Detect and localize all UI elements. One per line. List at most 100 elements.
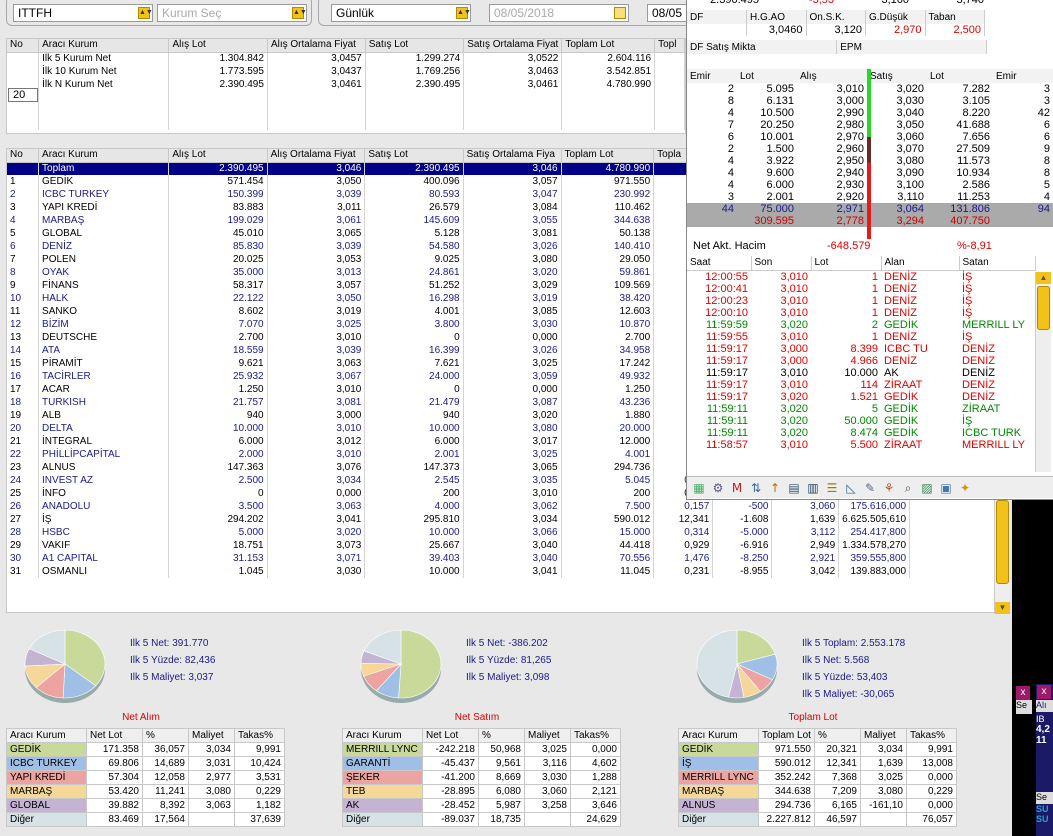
stats-row[interactable]: İŞ 590.012 12,341 1,639 13,008 [678,756,957,771]
toolbar-icon[interactable]: ◺ [843,480,859,496]
table-cell: 294.202 [168,513,268,526]
trade-row[interactable]: 12:00:23 3,010 1 DENİZ İŞ [687,295,1035,307]
table-cell: 3,060 [771,500,840,513]
order-book-cell: 3,060 [896,131,924,143]
stats-row[interactable]: ŞEKER -41.200 8,669 3,030 1,288 [342,770,621,785]
table-cell: 1,476 [653,552,714,565]
trade-cell: 8.399 [850,342,878,355]
stats-row[interactable]: YAPI KREDİ 57.304 12,058 2,977 3,531 [6,770,285,785]
trade-row[interactable]: 11:59:11 3,020 5 GEDİK ZİRAAT [687,403,1035,415]
toolbar-icon[interactable]: ▥ [805,480,821,496]
stats-row[interactable]: Diğer -89.037 18,735 24,629 [342,812,621,827]
stats-row[interactable]: MARBAŞ 344.638 7,209 3,080 0,229 [678,784,957,799]
toolbar-icon[interactable]: ⚙ [710,480,726,496]
stats-row[interactable]: MERRILL LYNC 352.242 7,368 3,025 0,000 [678,770,957,785]
table-row[interactable]: 30 A1 CAPITAL 31.153 3,071 39.403 3,040 70.556… [7,552,1009,565]
trade-row[interactable]: 12:00:41 3,010 1 DENİZ İŞ [687,283,1035,295]
trade-row[interactable]: 11:59:17 3,000 4.966 DENİZ DENİZ [687,355,1035,367]
table-cell: 21 [7,435,40,448]
toolbar-icon[interactable]: ✎ [862,480,878,496]
table-cell: İlk N Kurum Net [38,78,170,91]
pie-chart [360,629,442,703]
scroll-thumb[interactable] [1037,286,1050,330]
table-cell: 0,929 [653,539,714,552]
trade-cell: 12:00:10 [705,306,748,319]
stats-row[interactable]: AK -28.452 5,987 3,258 3,646 [342,798,621,813]
trade-cell: DENİZ [884,294,917,307]
start-date-field[interactable]: 08/05/2018 [489,4,629,22]
stats-row[interactable]: GARANTİ -45.437 9,561 3,116 4,602 [342,756,621,771]
kurum-select[interactable]: Kurum Seç ▲▼ [157,4,307,22]
table-row[interactable]: 28 HSBC 5.000 3,020 10.000 3,066 15.000 0,314 -5… [7,526,1009,539]
trade-row[interactable]: 11:59:59 3,020 2 GEDİK MERRILL LY [687,319,1035,331]
stats-cell: 3,116 [524,756,571,771]
order-book-cell: 2,940 [836,167,864,179]
table-cell: 3,030 [463,318,562,331]
trade-row[interactable]: 11:58:57 3,010 5.500 ZİRAAT MERRILL LY [687,439,1035,451]
toolbar-icon[interactable]: ▦ [691,480,707,496]
stats-row[interactable]: MARBAŞ 53.420 11,241 3,080 0,229 [6,784,285,799]
toolbar-icon[interactable]: ↑ [767,480,783,496]
toolbar-icon[interactable]: ⚘ [881,480,897,496]
trade-row[interactable]: 12:00:55 3,010 1 DENİZ İŞ [687,270,1035,283]
stats-row[interactable]: ICBC TURKEY 69.806 14,689 3,031 10,424 [6,756,285,771]
scroll-up-icon[interactable]: ▲ [1036,272,1051,284]
stats-row[interactable]: Diğer 83.469 17,564 37,639 [6,812,285,827]
table-row[interactable]: 26 ANADOLU 3.500 3,063 4.000 3,062 7.500 0,157-… [7,500,1009,513]
table-cell: 22 [7,448,40,461]
toolbar-icon[interactable]: ⇅ [748,480,764,496]
trade-row[interactable]: 11:59:17 3,000 8.399 ICBC TU DENİZ [687,343,1035,355]
toolbar-icon[interactable]: ⌕ [900,480,916,496]
stats-cell: 36,057 [142,742,189,757]
net-hacim-pct: %-8,91 [957,240,992,252]
n-kurum-input[interactable]: 20 [8,88,38,102]
stats-row[interactable]: GEDİK 171.358 36,057 3,034 9,991 [6,742,285,757]
trades-scrollbar[interactable]: ▲ [1035,272,1051,472]
table-cell: 3,057 [267,279,366,292]
table-row[interactable]: 31 OSMANLI 1.045 3,030 10.000 3,041 11.045 0,23… [7,565,1009,578]
trade-header: Satan [959,256,1036,271]
period-select[interactable]: Günlük ▲▼ [331,4,471,22]
trade-row[interactable]: 12:00:10 3,010 1 DENİZ İŞ [687,307,1035,319]
scroll-thumb[interactable] [996,500,1009,584]
trade-row[interactable]: 11:59:11 3,020 50.000 GEDİK İŞ [687,415,1035,427]
trade-row[interactable]: 11:59:55 3,010 1 DENİZ İŞ [687,331,1035,343]
stats-row[interactable]: Diğer 2.227.812 46,597 76,057 [678,812,957,827]
close-icon[interactable]: x [1016,686,1030,700]
table-cell: 3,046 [267,162,366,175]
table-cell: 21.757 [168,396,268,409]
order-book-cell: 3.105 [962,95,990,107]
stats-cell: 9,561 [478,756,525,771]
summary-row[interactable]: İlk N Kurum Net 2.390.495 3,0461 2.390.495 3… [7,78,685,91]
scroll-down-icon[interactable]: ▼ [995,602,1010,614]
toolbar-icon[interactable]: ▨ [919,480,935,496]
stats-row[interactable]: ALNUS 294.736 6,165 -161,10 0,000 [678,798,957,813]
stats-row[interactable]: GLOBAL 39.882 8,392 3,063 1,182 [6,798,285,813]
toolbar-icon[interactable]: ☰ [824,480,840,496]
toolbar-icon[interactable]: ✦ [957,480,973,496]
trade-cell: İŞ [962,270,973,283]
stats-row[interactable]: MERRILL LYNC -242.218 50,968 3,025 0,000 [342,742,621,757]
trade-row[interactable]: 11:59:17 3,010 114 ZİRAAT DENİZ [687,379,1035,391]
trade-cell: 11:59:11 [706,426,748,439]
toolbar-icon[interactable]: M [729,480,745,496]
toolbar-icon[interactable]: ▣ [938,480,954,496]
close-icon[interactable]: x [1037,685,1051,699]
senet-value: ITTFH [18,6,52,20]
depth-value: 3,740 [956,0,984,6]
senet-select[interactable]: ITTFH ▲▼ [13,4,153,22]
stats-row[interactable]: TEB -28.895 6,080 3,060 2,121 [342,784,621,799]
summary-row[interactable]: İlk 10 Kurum Net 1.773.595 3,0437 1.769.256… [7,65,685,78]
summary-row[interactable]: İlk 5 Kurum Net 1.304.842 3,0457 1.299.274 3… [7,52,685,65]
trade-row[interactable]: 11:59:11 3,020 8.474 GEDİK ICBC TURK [687,427,1035,439]
toolbar-icon[interactable]: ▤ [786,480,802,496]
trade-row[interactable]: 11:59:17 3,020 1.521 GEDİK DENİZ [687,391,1035,403]
stats-row[interactable]: GEDİK 971.550 20,321 3,034 9,991 [678,742,957,757]
trade-row[interactable]: 11:59:17 3,010 10.000 AK DENİZ [687,367,1035,379]
table-row[interactable]: 29 VAKIF 18.751 3,073 25.667 3,040 44.418 0,929… [7,539,1009,552]
table-row[interactable]: 27 İŞ 294.202 3,041 295.810 3,034 590.012 12,34… [7,513,1009,526]
table-cell: 18 [7,396,40,409]
depth-value: 2.390.495 [710,0,759,6]
calendar-icon[interactable] [614,7,626,19]
broker-table-scrollbar[interactable]: ▼ [994,500,1010,614]
